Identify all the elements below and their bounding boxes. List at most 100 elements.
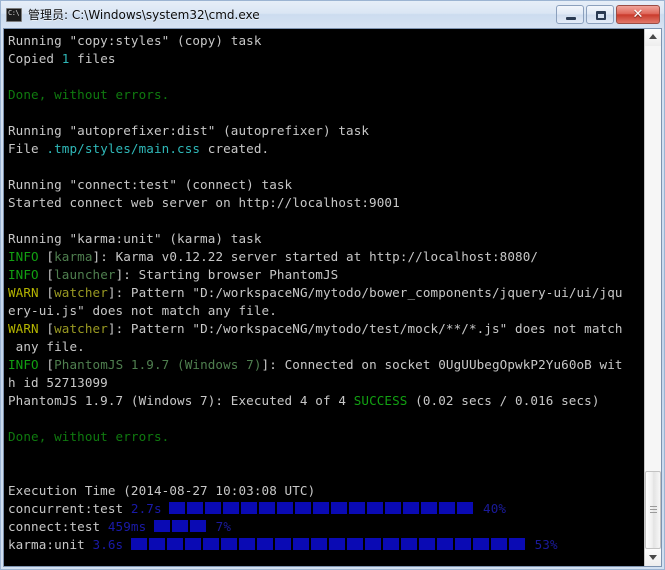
console-text: Running "copy:styles" (copy) task [8,33,262,48]
console-text: INFO [8,267,39,282]
bar-block [241,502,258,514]
bar-block [292,538,309,550]
console-text: SUCCESS [353,393,408,408]
task-bar [153,519,208,534]
maximize-button[interactable] [586,5,614,24]
scroll-up-arrow[interactable] [645,29,661,46]
bar-block [202,538,219,550]
console-text: files [69,51,116,66]
console-scrollbar[interactable] [644,29,661,566]
minimize-button[interactable] [556,5,584,24]
console-text: ]: Pattern "D:/workspaceNG/mytodo/bower_… [107,285,623,300]
console-line: WARN [watcher]: Pattern "D:/workspaceNG/… [8,320,644,338]
console-text: watcher [54,321,108,336]
console-text: PhantomJS 1.9.7 (Windows 7) [54,357,262,372]
window-controls: ✕ [556,5,662,24]
bar-block [187,502,204,514]
console-text: (0.02 secs / 0.016 secs) [407,393,600,408]
console-text: h id 52713099 [8,375,108,390]
console-text: ery-ui.js" does not match any file. [8,303,277,318]
console-text: [ [38,249,55,264]
console-line: h id 52713099 [8,374,644,392]
console-text: ]: Connected on socket 0UgUUbegOpwkP2Yu6… [261,357,623,372]
console-line: File .tmp/styles/main.css created. [8,140,644,158]
console-output[interactable]: Running "copy:styles" (copy) task Copied … [4,29,644,566]
bar-block [310,538,327,550]
execution-time-row: concurrent:test 2.7s 40% [8,500,644,518]
cmd-window: 管理员: C:\Windows\system32\cmd.exe ✕ Runni… [0,0,665,570]
task-percent: 7% [207,519,232,534]
bar-block [274,538,291,550]
console-line: any file. [8,338,644,356]
close-button[interactable]: ✕ [616,5,660,24]
console-text: Started connect web server on http://loc… [8,195,400,210]
bar-block [454,538,471,550]
task-duration: 459ms [107,519,154,534]
console-text: Done, without errors. [8,429,170,444]
console-text: [ [38,357,55,372]
console-text: launcher [54,267,116,282]
bar-block [328,538,345,550]
bar-block [400,538,417,550]
bar-block [130,538,147,550]
console-line: INFO [karma]: Karma v0.12.22 server star… [8,248,644,266]
bar-block [220,538,237,550]
bar-block [439,502,456,514]
console-text: WARN [8,285,39,300]
console-text: INFO [8,357,39,372]
bar-block [223,502,240,514]
maximize-icon [596,11,606,20]
task-percent: 53% [526,537,558,552]
bar-block [436,538,453,550]
bar-block [331,502,348,514]
bar-block [184,538,201,550]
bar-block [189,520,206,532]
console-text: ]: Pattern "D:/workspaceNG/mytodo/test/m… [107,321,623,336]
console-line: Started connect web server on http://loc… [8,194,644,212]
scrollbar-thumb[interactable] [645,471,661,549]
console-line: INFO [PhantomJS 1.9.7 (Windows 7)]: Conn… [8,356,644,374]
console-line: Done, without errors. [8,86,644,104]
bar-block [148,538,165,550]
task-name: concurrent:test [8,501,131,516]
console-line: Done, without errors. [8,428,644,446]
bar-block [346,538,363,550]
execution-time-row: karma:unit 3.6s 53% [8,536,644,554]
console-text: Copied [8,51,62,66]
console-text: Done, without errors. [8,87,170,102]
cmd-icon [6,7,22,22]
console-text: Running "connect:test" (connect) task [8,177,293,192]
task-name: karma:unit [8,537,93,552]
console-text: Running "karma:unit" (karma) task [8,231,262,246]
minimize-icon [566,17,576,20]
console-line: Copied 1 files [8,50,644,68]
task-name: connect:test [8,519,108,534]
title-bar[interactable]: 管理员: C:\Windows\system32\cmd.exe ✕ [1,1,664,28]
scrollbar-track[interactable] [645,46,661,549]
bar-block [169,502,186,514]
bar-block [205,502,222,514]
task-duration: 2.7s [130,501,170,516]
console-line: ery-ui.js" does not match any file. [8,302,644,320]
execution-total: Total 6.8s [8,554,644,566]
console-text: .tmp/styles/main.css [46,141,201,156]
console-line: Execution Time (2014-08-27 10:03:08 UTC) [8,482,644,500]
bar-block [277,502,294,514]
execution-time-row: connect:test 459ms 7% [8,518,644,536]
scroll-down-arrow[interactable] [645,549,661,566]
console-line: Running "karma:unit" (karma) task [8,230,644,248]
bar-block [364,538,381,550]
task-bar [130,537,527,552]
bar-block [472,538,489,550]
console-text: karma [54,249,93,264]
console-line: Running "connect:test" (connect) task [8,176,644,194]
bar-block [166,538,183,550]
execution-time-table: concurrent:test 2.7s 40% connect:test 459… [8,500,644,554]
bar-block [256,538,273,550]
bar-block [418,538,435,550]
